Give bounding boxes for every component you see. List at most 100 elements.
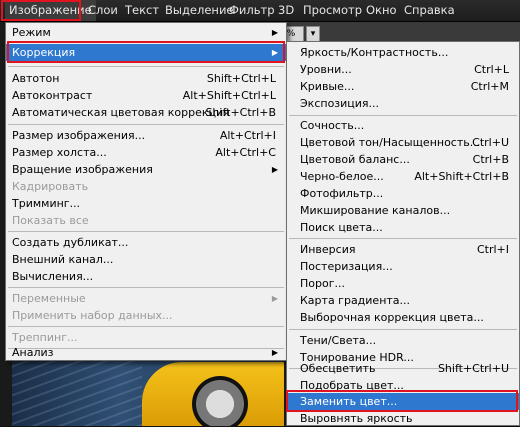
menu-item-label: Автоконтраст [12,89,93,102]
menu-item-analysis[interactable]: Анализ ▶ [6,344,286,361]
submenu-arrow-icon: ▶ [271,165,278,174]
menu-item-curves[interactable]: Кривые... Ctrl+M [287,78,519,95]
menu-separator [289,115,517,116]
adjustments-submenu: Яркость/Контрастность... Уровни... Ctrl+L… [286,41,520,426]
menu-separator [8,326,284,327]
menu-item-shortcut: Alt+Shift+Ctrl+B [414,170,509,183]
menu-item-vibrance[interactable]: Сочность... [287,117,519,134]
menu-item-label: Режим [12,26,51,39]
menu-item-color-lookup[interactable]: Поиск цвета... [287,219,519,236]
menu-item-label: Переменные [12,292,86,305]
menu-item-gradient-map[interactable]: Карта градиента... [287,292,519,309]
menu-separator [289,238,517,239]
menu-item-label: Тени/Света... [300,334,377,347]
menu-item-label: Инверсия [300,243,356,256]
menu-item-label: Внешний канал... [12,253,114,266]
menu-item-equalize[interactable]: Выровнять яркость [287,410,519,427]
menu-item-shortcut: Ctrl+L [474,63,509,76]
menu-item-shadows-highlights[interactable]: Тени/Света... [287,332,519,349]
menu-item-label: Черно-белое... [300,170,384,183]
menu-item-label: Вращение изображения [12,163,153,176]
menu-item-auto-contrast[interactable]: Автоконтраст Alt+Shift+Ctrl+L [6,87,286,104]
annotation-highlight-correction [7,41,285,63]
menu-item-label: Обесцветить [300,362,376,375]
menu-item-levels[interactable]: Уровни... Ctrl+L [287,61,519,78]
menu-item-variables[interactable]: Переменные ▶ [6,290,286,307]
menu-item-black-white[interactable]: Черно-белое... Alt+Shift+Ctrl+B [287,168,519,185]
menu-item-reveal-all[interactable]: Показать все [6,212,286,229]
menu-item-label: Сочность... [300,119,365,132]
menu-item-mode[interactable]: Режим ▶ [6,24,286,41]
menu-item-trim[interactable]: Тримминг... [6,195,286,212]
menu-item-channel-mixer[interactable]: Микширование каналов... [287,202,519,219]
menu-layers[interactable]: Слои [84,0,122,21]
menu-item-label: Поиск цвета... [300,221,383,234]
menu-item-selective-color[interactable]: Выборочная коррекция цвета... [287,309,519,326]
menu-item-threshold[interactable]: Порог... [287,275,519,292]
menu-item-rotation[interactable]: Вращение изображения ▶ [6,161,286,178]
menu-item-label: Фотофильтр... [300,187,384,200]
menu-separator [8,66,284,67]
menu-item-shortcut: Alt+Ctrl+I [219,129,276,142]
menu-item-canvas-size[interactable]: Размер холста... Alt+Ctrl+C [6,144,286,161]
menu-item-photo-filter[interactable]: Фотофильтр... [287,185,519,202]
annotation-highlight-image-menu [1,0,81,21]
menu-item-auto-color[interactable]: Автоматическая цветовая коррекция Shift+C… [6,104,286,121]
menu-item-desaturate[interactable]: Обесцветить Shift+Ctrl+U [287,360,519,377]
menu-item-label: Постеризация... [300,260,393,273]
menu-item-label: Применить набор данных... [12,309,173,322]
menu-item-label: Экспозиция... [300,97,380,110]
menu-separator [8,124,284,125]
menu-item-exposure[interactable]: Экспозиция... [287,95,519,112]
menu-item-label: Автотон [12,72,60,85]
menu-item-shortcut: Shift+Ctrl+L [206,72,276,85]
canvas-image [12,356,284,426]
menu-item-label: Кадрировать [12,180,89,193]
submenu-arrow-icon: ▶ [271,294,278,303]
menu-help[interactable]: Справка [400,0,459,21]
menu-item-apply-image[interactable]: Внешний канал... [6,251,286,268]
wheel-image [192,376,248,426]
menu-item-duplicate[interactable]: Создать дубликат... [6,234,286,251]
menu-item-label: Размер холста... [12,146,107,159]
menu-item-label: Вычисления... [12,270,94,283]
menu-item-posterize[interactable]: Постеризация... [287,258,519,275]
menu-item-label: Порог... [300,277,345,290]
menu-item-shortcut: Alt+Shift+Ctrl+L [182,89,276,102]
menu-3d[interactable]: 3D [274,0,298,21]
app-window: Изображение Слои Текст Выделение Фильтр … [0,0,520,426]
menu-item-shortcut: Ctrl+I [476,243,509,256]
menu-separator [289,329,517,330]
menu-item-label: Тримминг... [12,197,81,210]
menu-item-shortcut: Shift+Ctrl+B [205,106,276,119]
menu-item-label: Цветовой тон/Насыщенность... [300,136,481,149]
menu-filter[interactable]: Фильтр [225,0,279,21]
menu-item-label: Кривые... [300,80,355,93]
menu-item-crop[interactable]: Кадрировать [6,178,286,195]
menu-item-invert[interactable]: Инверсия Ctrl+I [287,241,519,258]
menu-item-apply-data[interactable]: Применить набор данных... [6,307,286,324]
menu-item-shortcut: Alt+Ctrl+C [215,146,276,159]
annotation-highlight-replace-color [286,390,518,412]
menu-item-shortcut: Ctrl+U [472,136,509,149]
menu-item-auto-tone[interactable]: Автотон Shift+Ctrl+L [6,70,286,87]
menu-item-hue-saturation[interactable]: Цветовой тон/Насыщенность... Ctrl+U [287,134,519,151]
submenu-arrow-icon: ▶ [271,348,278,357]
menu-view[interactable]: Просмотр [299,0,366,21]
menu-item-shortcut: Ctrl+M [470,80,509,93]
menu-item-label: Создать дубликат... [12,236,129,249]
menu-window[interactable]: Окно [362,0,401,21]
menu-item-image-size[interactable]: Размер изображения... Alt+Ctrl+I [6,127,286,144]
menu-type[interactable]: Текст [121,0,163,21]
menu-item-calculations[interactable]: Вычисления... [6,268,286,285]
menu-item-color-balance[interactable]: Цветовой баланс... Ctrl+B [287,151,519,168]
menu-item-label: Анализ [12,346,54,359]
menu-separator [8,231,284,232]
menu-item-label: Цветовой баланс... [300,153,410,166]
menu-separator [8,287,284,288]
menu-item-brightness-contrast[interactable]: Яркость/Контрастность... [287,44,519,61]
menu-item-shortcut: Ctrl+B [472,153,509,166]
menu-item-label: Карта градиента... [300,294,411,307]
image-menu: Режим ▶ Коррекция ▶ Автотон Shift+Ctrl+L Ав… [5,22,287,361]
menu-item-label: Размер изображения... [12,129,146,142]
